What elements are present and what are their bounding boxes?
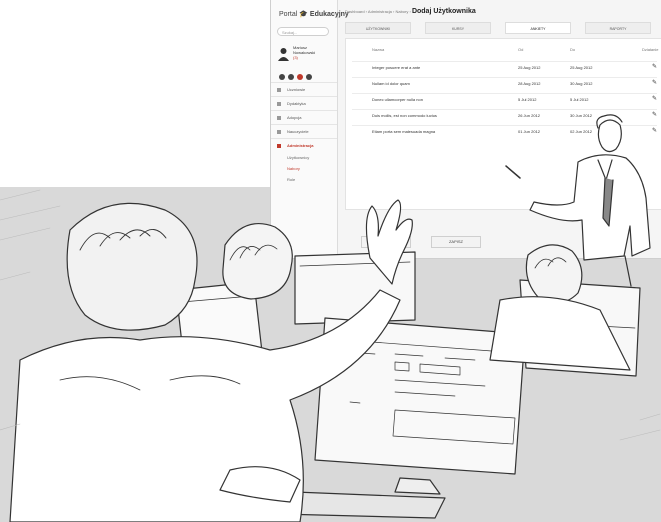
classroom-illustration: Portal 🎓 Edukacyjny Szukaj... Mariusz No… bbox=[0, 0, 661, 522]
keyboard bbox=[279, 491, 446, 519]
classroom-sketch bbox=[0, 114, 661, 522]
student-raising-hand bbox=[9, 199, 413, 522]
